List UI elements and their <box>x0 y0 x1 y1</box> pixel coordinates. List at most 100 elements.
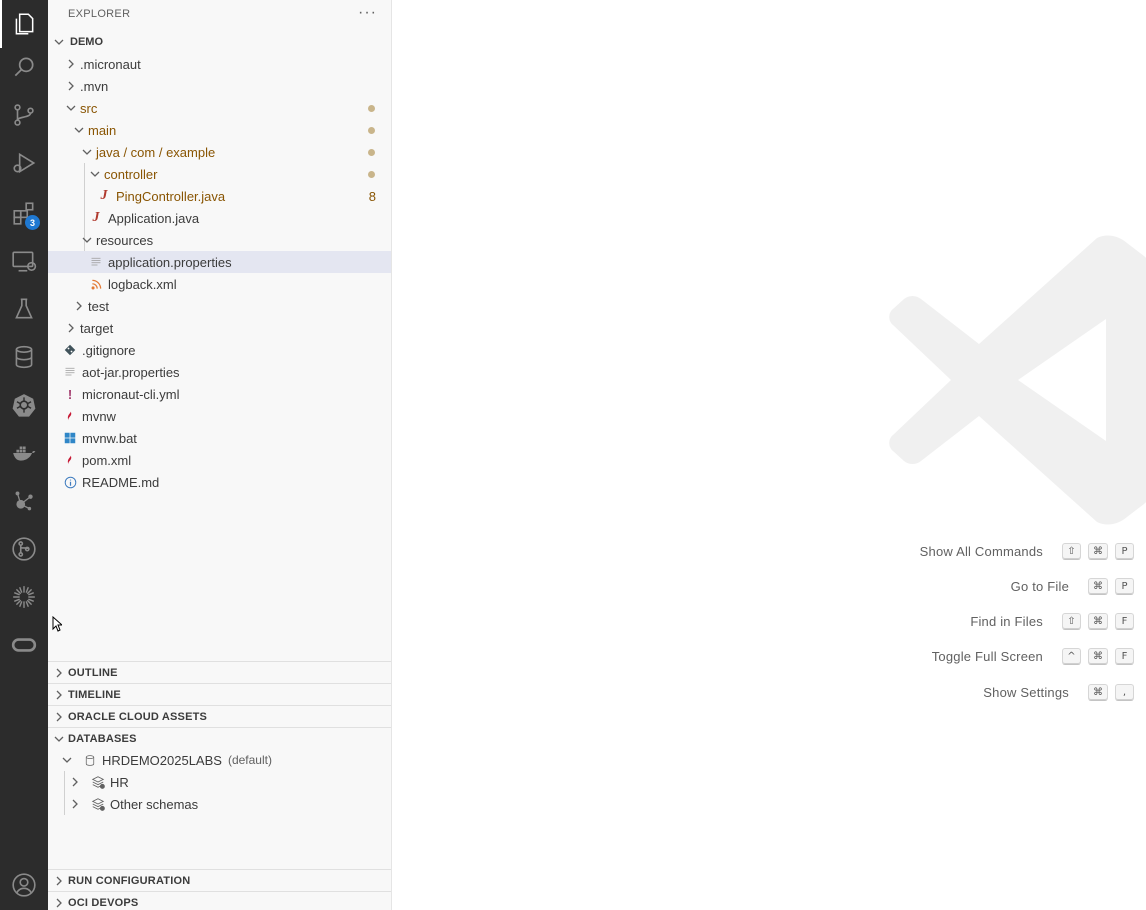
tree-item-main[interactable]: main <box>48 119 391 141</box>
shortcut-label: Go to File <box>1010 578 1069 594</box>
section-outline[interactable]: OUTLINE <box>48 661 391 683</box>
modified-dot <box>368 148 375 156</box>
problem-count: 8 <box>368 188 376 204</box>
chevron-right-icon <box>52 874 66 888</box>
key-cmd: ⌘ <box>1088 647 1108 665</box>
tree-item-controller[interactable]: controller <box>48 163 391 185</box>
chevron-right-icon <box>68 797 82 811</box>
properties-file-icon <box>88 254 104 270</box>
chevron-down-icon <box>80 233 94 247</box>
tree-item-target[interactable]: target <box>48 317 391 339</box>
tree-item-resources[interactable]: resources <box>48 229 391 251</box>
tree-item-mvnw-bat[interactable]: mvnw.bat <box>48 427 391 449</box>
tree-root-demo[interactable]: DEMO <box>48 31 391 53</box>
tree-item-label: aot-jar.properties <box>82 364 180 380</box>
tree-item-application-properties[interactable]: application.properties <box>48 251 391 273</box>
db-schema-other[interactable]: Other schemas <box>48 793 391 815</box>
section-oci-devops[interactable]: OCI DEVOPS <box>48 891 391 910</box>
tree-item-src[interactable]: src <box>48 97 391 119</box>
more-actions-icon[interactable]: ··· <box>358 4 377 22</box>
spinner-icon[interactable] <box>0 573 48 621</box>
tree-item-gitignore[interactable]: .gitignore <box>48 339 391 361</box>
tree-item-java-com-example[interactable]: java / com / example <box>48 141 391 163</box>
tree-item-label: README.md <box>82 474 160 490</box>
tree-item-pingcontroller-java[interactable]: J PingController.java 8 <box>48 185 391 207</box>
graph-icon[interactable] <box>0 477 48 525</box>
java-file-icon: J <box>92 210 100 225</box>
shortcut-toggle-full-screen[interactable]: Toggle Full Screen ^ ⌘ F <box>932 646 1134 666</box>
shortcut-find-in-files[interactable]: Find in Files ⇧ ⌘ F <box>970 611 1134 631</box>
chevron-right-icon <box>64 79 78 93</box>
maven-file-icon <box>62 452 78 468</box>
testing-icon[interactable] <box>0 285 48 333</box>
db-connection[interactable]: HRDEMO2025LABS (default) <box>48 749 391 771</box>
account-icon[interactable] <box>0 861 48 909</box>
chevron-down-icon <box>72 123 86 137</box>
tree-item-micronaut-cli-yml[interactable]: ! micronaut-cli.yml <box>48 383 391 405</box>
tree-item-logback-xml[interactable]: logback.xml <box>48 273 391 295</box>
shortcut-go-to-file[interactable]: Go to File ⌘ P <box>1011 576 1134 596</box>
shortcut-label: Show All Commands <box>919 543 1043 559</box>
key-p: P <box>1115 577 1134 595</box>
docker-icon[interactable] <box>0 429 48 477</box>
kubernetes-icon[interactable] <box>0 381 48 429</box>
tree-item-pom-xml[interactable]: pom.xml <box>48 449 391 471</box>
tree-item-mvn[interactable]: .mvn <box>48 75 391 97</box>
database-icon <box>82 752 98 768</box>
key-shift: ⇧ <box>1062 542 1081 560</box>
info-file-icon <box>62 474 78 490</box>
key-shift: ⇧ <box>1062 612 1081 630</box>
tree-item-label: mvnw.bat <box>82 430 137 446</box>
chevron-right-icon <box>68 775 82 789</box>
key-cmd: ⌘ <box>1088 612 1108 630</box>
db-schema-hr[interactable]: HR <box>48 771 391 793</box>
chevron-right-icon <box>64 321 78 335</box>
run-debug-icon[interactable] <box>0 139 48 187</box>
shortcut-show-all-commands[interactable]: Show All Commands ⇧ ⌘ P <box>920 541 1134 561</box>
windows-file-icon <box>62 430 78 446</box>
section-label: ORACLE CLOUD ASSETS <box>68 710 208 723</box>
shortcut-label: Find in Files <box>970 613 1043 629</box>
section-label: OCI DEVOPS <box>68 896 139 909</box>
section-label: OUTLINE <box>68 666 118 679</box>
source-control-icon[interactable] <box>0 91 48 139</box>
tree-item-mvnw[interactable]: mvnw <box>48 405 391 427</box>
explorer-icon[interactable] <box>0 0 48 48</box>
tree-item-label: .gitignore <box>82 342 136 358</box>
chevron-down-icon <box>88 167 102 181</box>
tree-item-label: application.properties <box>108 254 232 270</box>
section-oracle-cloud-assets[interactable]: ORACLE CLOUD ASSETS <box>48 705 391 727</box>
section-databases[interactable]: DATABASES <box>48 727 391 749</box>
chevron-down-icon <box>60 753 74 767</box>
tree-item-label: pom.xml <box>82 452 132 468</box>
db-schema-label: Other schemas <box>110 796 199 812</box>
tree-item-label: target <box>80 320 114 336</box>
oracle-icon[interactable] <box>0 621 48 669</box>
remote-explorer-icon[interactable] <box>0 237 48 285</box>
java-file-icon: J <box>100 188 108 203</box>
explorer-sidebar: EXPLORER ··· DEMO .micronaut .mvn src ma… <box>48 0 392 910</box>
tree-item-aot-jar-properties[interactable]: aot-jar.properties <box>48 361 391 383</box>
extensions-icon[interactable]: 3 <box>0 189 48 237</box>
tree-item-readme-md[interactable]: README.md <box>48 471 391 493</box>
section-timeline[interactable]: TIMELINE <box>48 683 391 705</box>
rss-file-icon <box>88 276 104 292</box>
git-file-icon <box>62 342 78 358</box>
search-icon[interactable] <box>0 43 48 91</box>
shortcut-show-settings[interactable]: Show Settings ⌘ , <box>983 682 1134 702</box>
key-cmd: ⌘ <box>1088 577 1108 595</box>
tree-item-application-java[interactable]: J Application.java <box>48 207 391 229</box>
database-icon[interactable] <box>0 333 48 381</box>
key-p: P <box>1115 542 1134 560</box>
maven-file-icon <box>62 408 78 424</box>
git-graph-icon[interactable] <box>0 525 48 573</box>
tree-item-label: main <box>88 122 117 138</box>
key-cmd: ⌘ <box>1088 542 1108 560</box>
tree-item-micronaut[interactable]: .micronaut <box>48 53 391 75</box>
tree-root-label: DEMO <box>70 36 103 48</box>
tree-item-test[interactable]: test <box>48 295 391 317</box>
chevron-right-icon <box>52 688 66 702</box>
section-run-configuration[interactable]: RUN CONFIGURATION <box>48 869 391 891</box>
tree-item-label: java / com / example <box>96 144 216 160</box>
vscode-logo-watermark <box>889 235 1146 525</box>
